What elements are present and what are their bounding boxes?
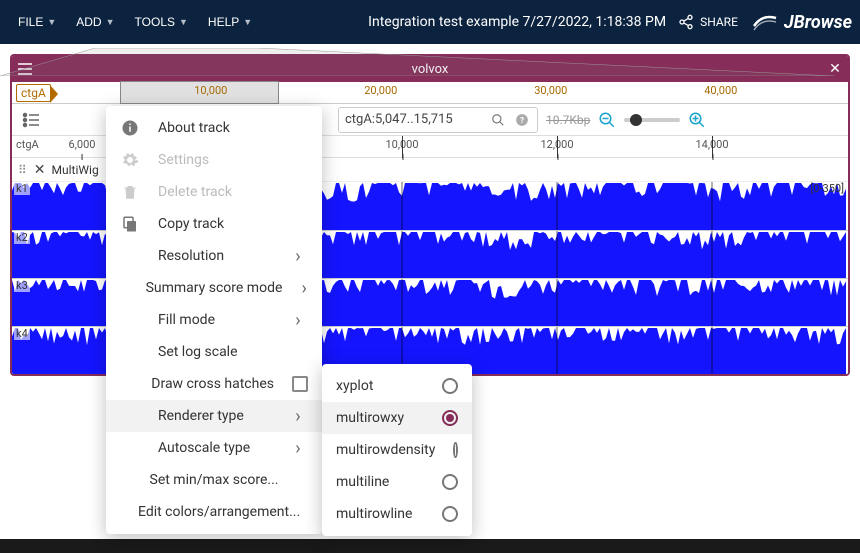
menu-item-label: Set min/max score...: [150, 472, 279, 488]
zoom-slider[interactable]: [624, 118, 680, 122]
menu-item-label: About track: [158, 120, 270, 136]
overview-ruler[interactable]: ctgA 10,000 20,000 30,000 40,000: [12, 82, 848, 104]
view-menu-button[interactable]: [12, 63, 38, 75]
menu-item-about-track[interactable]: About track: [106, 112, 322, 144]
search-icon[interactable]: [489, 113, 507, 127]
renderer-option-multirowxy[interactable]: multirowxy: [322, 402, 472, 434]
wiggle-row-label: k1: [14, 182, 30, 195]
menu-item-set-min-max-score[interactable]: Set min/max score...: [106, 464, 322, 496]
menu-add[interactable]: ADD▼: [66, 9, 124, 35]
menu-item-delete-track: Delete track: [106, 176, 322, 208]
menu-item-label: Renderer type: [158, 408, 270, 424]
track-selector-button[interactable]: [20, 109, 42, 131]
renderer-option-label: multirowxy: [336, 410, 424, 426]
radio-icon: [442, 410, 458, 426]
menu-file[interactable]: FILE▼: [8, 9, 66, 35]
radio-icon: [453, 442, 458, 458]
menu-item-renderer-type[interactable]: Renderer type ›: [106, 400, 322, 432]
help-icon[interactable]: ?: [513, 113, 531, 127]
menu-item-copy-track[interactable]: Copy track: [106, 208, 322, 240]
svg-text:?: ?: [520, 114, 524, 124]
renderer-option-xyplot[interactable]: xyplot: [322, 370, 472, 402]
menu-item-label: Fill mode: [158, 312, 270, 328]
zoom-in-button[interactable]: [688, 111, 706, 129]
renderer-option-multirowdensity[interactable]: multirowdensity: [322, 434, 472, 466]
chevron-right-icon: ›: [288, 406, 308, 427]
view-title: volvox: [38, 62, 822, 77]
menu-item-autoscale-type[interactable]: Autoscale type ›: [106, 432, 322, 464]
menu-item-label: Set log scale: [158, 344, 270, 360]
menu-item-label: Settings: [158, 152, 270, 168]
bp-span-label: 10.7Kbp: [546, 113, 590, 127]
renderer-option-label: xyplot: [336, 378, 424, 394]
menu-item-label: Autoscale type: [158, 440, 270, 456]
copy-icon: [120, 215, 140, 233]
renderer-type-submenu: xyplot multirowxy multirowdensity multiline…: [322, 364, 472, 536]
menu-item-label: Resolution: [158, 248, 270, 264]
chevron-right-icon: ›: [300, 278, 308, 299]
footer-bar: [0, 539, 860, 553]
wiggle-row-label: k2: [14, 231, 30, 244]
session-title: Integration test example 7/27/2022, 1:18…: [368, 14, 666, 30]
scale-tick: 6,000: [69, 138, 96, 151]
renderer-option-label: multirowline: [336, 506, 424, 522]
wiggle-row-label: k4: [14, 327, 30, 340]
menu-item-label: Edit colors/arrangement...: [138, 504, 300, 520]
radio-icon: [442, 506, 458, 522]
track-name: MultiWig: [52, 163, 99, 177]
location-input[interactable]: ctgA:5,047..15,715 ?: [338, 107, 538, 133]
trash-icon: [120, 183, 140, 201]
radio-icon: [442, 474, 458, 490]
info-icon: [120, 119, 140, 137]
jbrowse-logo: JBrowse: [752, 12, 852, 33]
menu-item-settings: Settings: [106, 144, 322, 176]
menu-item-summary-score-mode[interactable]: Summary score mode ›: [106, 272, 322, 304]
menu-item-label: Summary score mode: [146, 280, 283, 296]
wiggle-row-label: k3: [14, 279, 30, 292]
zoom-controls: [598, 111, 706, 129]
renderer-option-label: multirowdensity: [336, 442, 435, 458]
menu-item-label: Delete track: [158, 184, 270, 200]
menu-item-fill-mode[interactable]: Fill mode ›: [106, 304, 322, 336]
zoom-out-button[interactable]: [598, 111, 616, 129]
close-view-button[interactable]: ✕: [822, 61, 848, 77]
close-track-button[interactable]: ✕: [34, 162, 46, 178]
menu-item-resolution[interactable]: Resolution ›: [106, 240, 322, 272]
chevron-right-icon: ›: [288, 310, 308, 331]
menu-item-draw-cross-hatches[interactable]: Draw cross hatches: [106, 368, 322, 400]
renderer-option-label: multiline: [336, 474, 424, 490]
checkbox-trail: [292, 376, 308, 392]
gear-icon: [120, 151, 140, 169]
menu-help[interactable]: HELP▼: [198, 9, 262, 35]
menu-tools[interactable]: TOOLS▼: [125, 9, 198, 35]
menu-item-label: Copy track: [158, 216, 270, 232]
share-button[interactable]: SHARE: [678, 14, 738, 30]
checkbox-icon: [292, 376, 308, 392]
chrom-block: ctgA: [16, 84, 51, 102]
view-header: volvox ✕: [12, 56, 848, 82]
menu-item-set-log-scale[interactable]: Set log scale: [106, 336, 322, 368]
range-label: [0-350]: [810, 182, 844, 195]
share-icon: [678, 14, 694, 30]
menu-item-label: Draw cross hatches: [151, 376, 274, 392]
chevron-right-icon: ›: [288, 438, 308, 459]
drag-handle-icon[interactable]: ⠿: [18, 163, 28, 177]
menu-item-edit-colors-arrangement[interactable]: Edit colors/arrangement...: [106, 496, 322, 528]
renderer-option-multiline[interactable]: multiline: [322, 466, 472, 498]
app-topbar: FILE▼ ADD▼ TOOLS▼ HELP▼ Integration test…: [0, 0, 860, 44]
scale-chrom-label: ctgA: [16, 138, 39, 151]
radio-icon: [442, 378, 458, 394]
chevron-right-icon: ›: [288, 246, 308, 267]
track-context-menu: About track Settings Delete track Copy trac…: [106, 106, 322, 534]
renderer-option-multirowline[interactable]: multirowline: [322, 498, 472, 530]
logo-swoosh-icon: [752, 12, 778, 32]
